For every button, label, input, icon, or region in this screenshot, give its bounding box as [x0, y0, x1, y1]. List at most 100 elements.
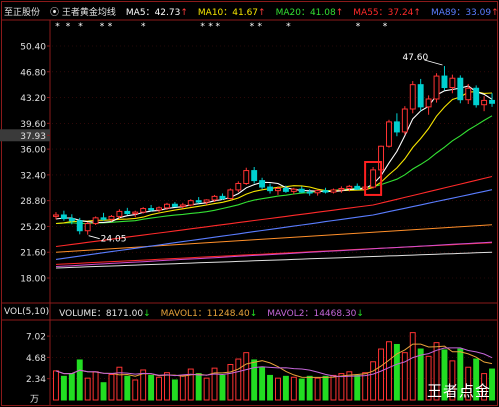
volume-bar — [171, 379, 178, 401]
candle — [219, 193, 226, 200]
candle-body — [219, 195, 226, 200]
volume-bar — [60, 375, 67, 401]
candle — [140, 207, 147, 214]
volume-header: VOL(5,10) VOLUME：8171.00↓ MAVOL1：11248.4… — [4, 306, 364, 319]
candle-body — [386, 121, 392, 147]
volume-tick-label: 2.34 — [26, 375, 46, 385]
price-tick-label: 50.40 — [20, 43, 46, 53]
down-arrow-icon: ↓ — [143, 308, 151, 319]
candle — [393, 113, 400, 137]
candle-body — [140, 208, 147, 213]
candle — [60, 210, 67, 221]
candle — [259, 177, 266, 190]
candle — [433, 73, 440, 103]
candle — [314, 189, 321, 196]
candle — [148, 204, 155, 212]
candle-body — [354, 185, 361, 190]
candle-body — [267, 186, 273, 192]
candle-body — [441, 75, 448, 89]
volume-bar — [164, 372, 170, 401]
candle-body — [298, 188, 305, 193]
candle-body — [306, 191, 313, 194]
candle — [457, 75, 464, 104]
volume-bar — [243, 352, 250, 401]
candle-body — [314, 190, 321, 194]
candle-body — [211, 195, 218, 201]
price-tick-label: 39.60 — [20, 120, 46, 130]
candle-body — [243, 170, 250, 184]
candle-body — [481, 99, 488, 106]
volume-tick-label: 4.68 — [26, 354, 46, 364]
kline-chart[interactable]: 50.40 46.80 43.20 39.60 37.93 36.00 32.40 28.80… — [0, 0, 499, 407]
down-arrow-icon: ↓ — [249, 308, 258, 319]
volume-bar — [314, 377, 321, 401]
candle — [76, 217, 83, 235]
volume-tick-label: 7.02 — [26, 333, 46, 343]
candle-body — [203, 199, 210, 203]
mavol1-value: MAVOL1：11248.40↓ — [160, 308, 258, 319]
volume-bar — [267, 374, 273, 401]
volume-bar — [401, 352, 408, 401]
volume-bar — [179, 374, 186, 401]
volume-title[interactable]: VOL(5,10) — [4, 307, 49, 317]
candle-body — [346, 185, 353, 189]
watermark: 王者点金 — [426, 382, 491, 400]
candle-body — [84, 223, 91, 232]
candle-body — [132, 211, 139, 215]
candle — [92, 216, 99, 226]
candle-body — [275, 187, 281, 192]
volume-bar — [100, 382, 107, 401]
candle — [473, 85, 480, 108]
candle — [100, 212, 107, 221]
volume-bar — [298, 378, 305, 401]
volume-bar — [203, 377, 210, 401]
candle-body — [370, 169, 377, 188]
candle-body — [393, 121, 400, 133]
candle — [84, 222, 91, 235]
volume-bar — [275, 377, 281, 401]
candle-body — [100, 217, 107, 220]
candle-body — [92, 217, 99, 225]
volume-unit-label: 万 — [30, 395, 39, 405]
volume-bar — [290, 376, 297, 401]
candle — [441, 66, 448, 91]
candle-body — [187, 200, 194, 206]
candle — [330, 188, 337, 194]
volume-bar — [338, 373, 345, 401]
candle — [322, 187, 329, 194]
candle-body — [148, 208, 155, 211]
candle-body — [449, 77, 456, 89]
candle-body — [290, 188, 297, 192]
price-tick-label: 43.20 — [20, 94, 46, 104]
volume-bar — [330, 374, 337, 401]
candle-body — [433, 75, 440, 100]
volume-bar — [282, 375, 289, 401]
price-tick-label: 36.00 — [20, 146, 46, 156]
volume-bar — [386, 341, 392, 401]
volume-bar — [219, 374, 226, 401]
candle — [132, 210, 139, 218]
price-tick-label: 21.60 — [20, 249, 46, 259]
down-arrow-icon: ↓ — [356, 308, 364, 319]
candle-body — [282, 187, 289, 192]
price-tick-label: 37.93 — [20, 132, 46, 142]
candle-body — [227, 189, 234, 200]
volume-bar — [108, 374, 115, 401]
candle-body — [116, 210, 123, 217]
ma89-line — [55, 189, 493, 260]
candle-body — [60, 214, 67, 220]
volume-bar — [227, 364, 234, 401]
candle-body — [179, 204, 186, 207]
candle — [401, 106, 408, 135]
volume-bar — [68, 373, 75, 401]
volume-bar — [124, 375, 131, 401]
volume-bar — [53, 370, 59, 401]
candle-body — [171, 203, 178, 207]
candle — [449, 74, 456, 94]
candle — [195, 197, 202, 204]
volume-bar — [132, 379, 139, 401]
candle-body — [425, 98, 432, 108]
candle-body — [53, 214, 59, 217]
candle-body — [259, 180, 266, 188]
candle — [187, 199, 194, 207]
